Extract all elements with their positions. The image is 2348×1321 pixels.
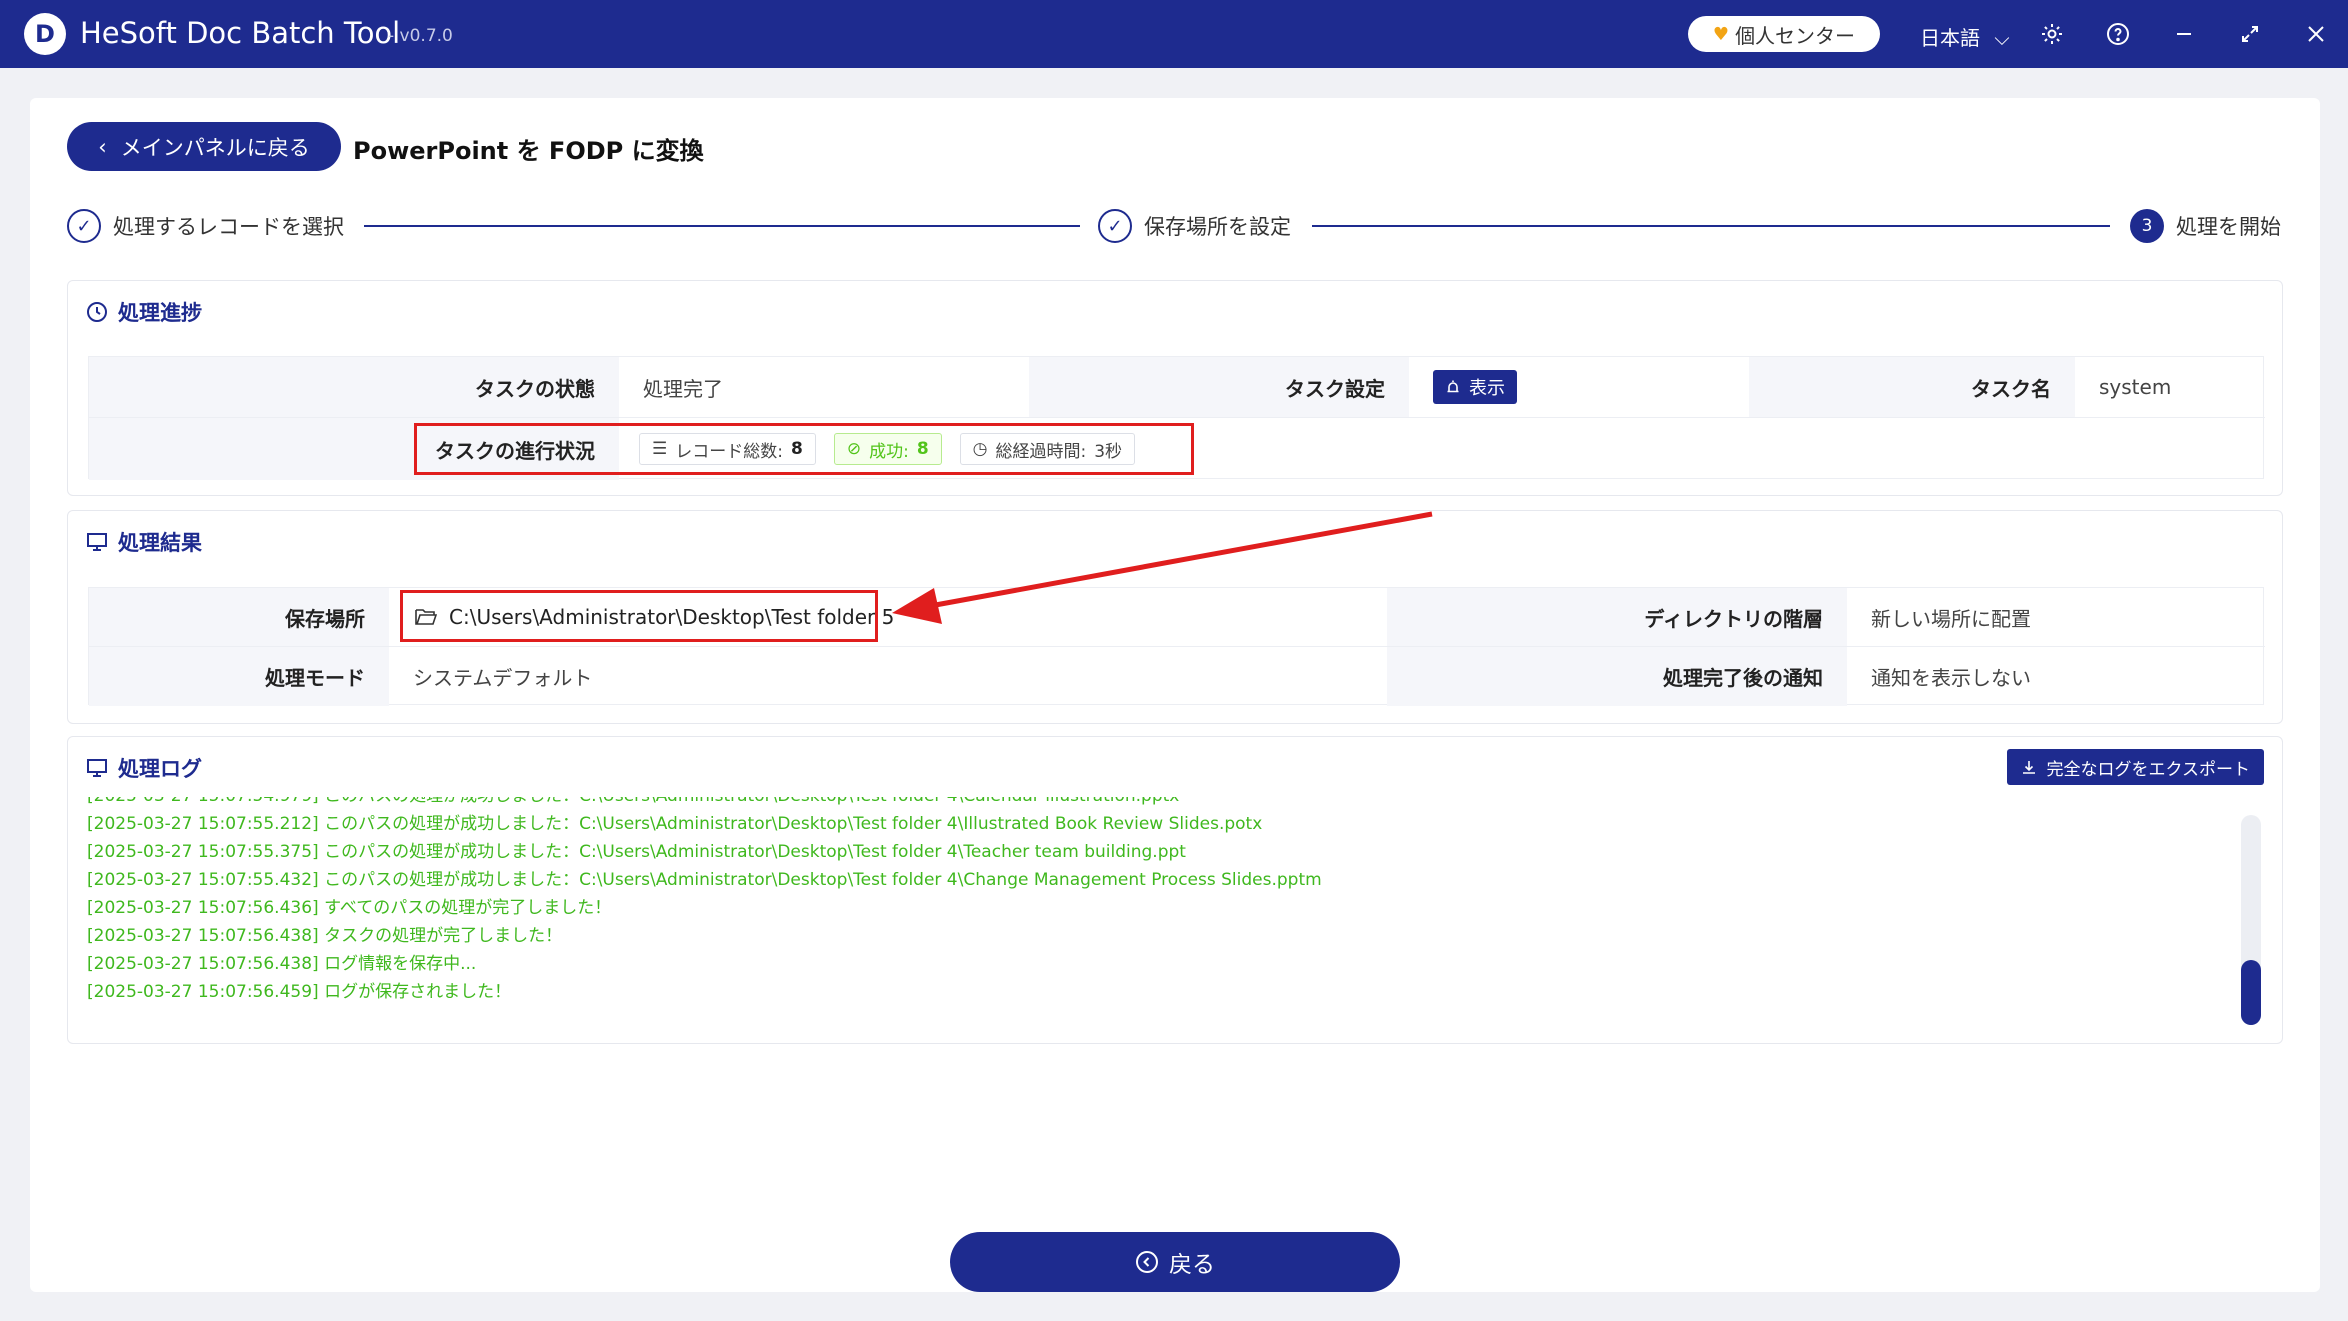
save-location-label: 保存場所 [89, 588, 389, 646]
close-button[interactable] [2296, 14, 2336, 54]
language-label: 日本語 [1920, 26, 1980, 50]
task-status-label: タスクの状態 [89, 357, 619, 417]
export-log-label: 完全なログをエクスポート [2046, 759, 2251, 780]
export-log-button[interactable]: 完全なログをエクスポート [2006, 749, 2264, 785]
log-scrollbar-thumb[interactable] [2241, 960, 2261, 1025]
back-button[interactable]: 戻る [950, 1232, 1400, 1292]
step-save-location: ✓ 保存場所を設定 [1098, 208, 1291, 244]
notify-value: 通知を表示しない [1871, 666, 2031, 690]
log-section-header: 処理ログ [86, 753, 202, 783]
back-to-main-label: メインパネルに戻る [120, 135, 310, 160]
step-connector [1312, 225, 2110, 227]
monitor-icon [87, 533, 107, 551]
step-label: 保存場所を設定 [1144, 215, 1291, 239]
progress-row: タスクの状態 処理完了 タスク設定 表示 タスク名 system [89, 357, 2265, 418]
chevron-down-icon: ⌵ [1994, 26, 2010, 50]
personal-center-label: 個人センター [1735, 23, 1856, 48]
back-to-main-button[interactable]: ‹ メインパネルに戻る [67, 122, 341, 171]
alarm-icon [1447, 380, 1459, 393]
show-settings-label: 表示 [1469, 378, 1505, 399]
progress-section-header: 処理進捗 [86, 297, 202, 327]
log-line: [2025-03-27 15:07:55.375] このパスの処理が成功しました… [87, 842, 1186, 862]
clock-icon [87, 302, 107, 322]
task-name-value: system [2099, 375, 2172, 399]
monitor-icon [87, 759, 107, 777]
chevron-left-icon: ‹ [98, 134, 107, 159]
app-logo: D [24, 13, 66, 55]
expand-icon [2242, 26, 2258, 42]
save-location-highlight-box [400, 590, 878, 642]
app-version: - v0.7.0 [388, 26, 453, 46]
mode-label: 処理モード [89, 647, 389, 706]
settings-button[interactable] [2032, 14, 2072, 54]
log-line: [2025-03-27 15:07:56.438] ログ情報を保存中... [87, 954, 477, 974]
progress-title: 処理進捗 [118, 301, 202, 325]
log-scrollbar[interactable] [2241, 815, 2261, 1025]
language-select[interactable]: 日本語 ⌵ [1920, 22, 2010, 51]
personal-center-button[interactable]: ♥ 個人センター [1688, 16, 1880, 52]
close-icon [2308, 26, 2324, 42]
help-icon [2107, 23, 2129, 45]
step-label: 処理するレコードを選択 [113, 215, 344, 239]
maximize-button[interactable] [2230, 14, 2270, 54]
result-title: 処理結果 [118, 531, 202, 555]
check-icon: ✓ [67, 209, 101, 243]
task-status-value: 処理完了 [643, 376, 723, 401]
log-line: [2025-03-27 15:07:55.432] このパスの処理が成功しました… [87, 870, 1322, 890]
log-title: 処理ログ [118, 757, 202, 781]
result-section-header: 処理結果 [86, 527, 202, 557]
step-start-processing: 3 処理を開始 [2130, 208, 2281, 244]
page-title: PowerPoint を FODP に変換 [353, 137, 704, 165]
step-connector [364, 225, 1080, 227]
log-line: [2025-03-27 15:07:54.979] このパスの処理が成功しました… [87, 797, 1179, 806]
show-settings-button[interactable]: 表示 [1433, 370, 1517, 404]
minimize-button[interactable] [2164, 14, 2204, 54]
log-line: [2025-03-27 15:07:56.459] ログが保存されました！ [87, 982, 512, 1002]
log-output[interactable]: [2025-03-27 15:07:54.979] このパスの処理が成功しました… [87, 797, 2227, 1019]
back-button-label: 戻る [1169, 1252, 1215, 1278]
task-settings-value: 表示 [1409, 357, 1749, 417]
log-line: [2025-03-27 15:07:56.436] すべてのパスの処理が完了しま… [87, 898, 612, 918]
dir-level-value: 新しい場所に配置 [1871, 606, 2031, 631]
log-line: [2025-03-27 15:07:55.212] このパスの処理が成功しました… [87, 814, 1263, 834]
progress-highlight-box [414, 423, 1194, 475]
log-line: [2025-03-27 15:07:56.438] タスクの処理が完了しました！ [87, 926, 563, 946]
task-settings-label: タスク設定 [1029, 357, 1409, 417]
step-label: 処理を開始 [2176, 215, 2281, 239]
check-icon: ✓ [1098, 209, 1132, 243]
dir-level-label: ディレクトリの階層 [1387, 588, 1847, 646]
help-button[interactable] [2098, 14, 2138, 54]
result-row: 処理モード システムデフォルト 処理完了後の通知 通知を表示しない [89, 647, 2265, 706]
gear-icon [2042, 24, 2062, 44]
title-bar: D HeSoft Doc Batch Tool - v0.7.0 ♥ 個人センタ… [0, 0, 2348, 68]
step-select-records: ✓ 処理するレコードを選択 [67, 208, 344, 244]
notify-label: 処理完了後の通知 [1387, 647, 1847, 706]
minimize-icon [2177, 33, 2191, 35]
log-section: 処理ログ 完全なログをエクスポート [2025-03-27 15:07:54.9… [67, 736, 2283, 1044]
crown-icon: ♥ [1712, 23, 1730, 45]
task-name-label: タスク名 [1749, 357, 2075, 417]
mode-value: システムデフォルト [413, 666, 593, 690]
step-number: 3 [2130, 209, 2164, 243]
app-title: HeSoft Doc Batch Tool [80, 16, 401, 50]
back-circle-icon [1136, 1251, 1158, 1273]
download-icon [2022, 761, 2035, 774]
